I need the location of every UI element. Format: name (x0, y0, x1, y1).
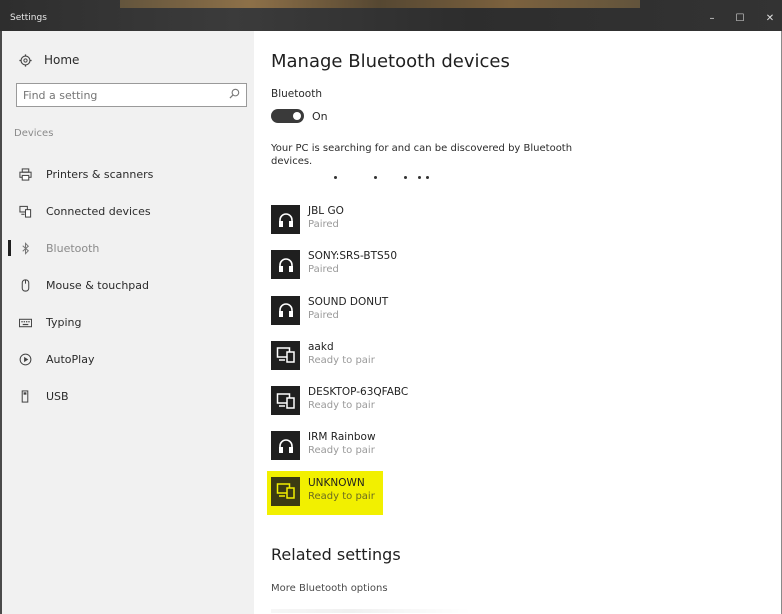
more-bluetooth-options-link[interactable]: More Bluetooth options (271, 583, 388, 594)
sidebar-item-label: Bluetooth (46, 242, 100, 255)
device-item-desktop[interactable]: DESKTOP-63QFABC Ready to pair (271, 382, 591, 427)
progress-dot (334, 176, 337, 179)
device-status: Paired (308, 309, 339, 321)
device-name: SONY:SRS-BTS50 (308, 250, 398, 263)
sidebar-nav: Printers & scanners Connected devices Bl… (2, 156, 254, 415)
device-status: Ready to pair (308, 445, 375, 457)
gear-icon (18, 53, 32, 67)
device-status: Paired (308, 219, 339, 230)
device-item-aakd[interactable]: aakd Ready to pair (271, 337, 591, 382)
sidebar-item-typing[interactable]: Typing (2, 304, 254, 341)
window-title: Settings (10, 13, 47, 23)
sidebar-item-label: AutoPlay (46, 353, 95, 366)
sidebar-item-mouse-touchpad[interactable]: Mouse & touchpad (2, 267, 254, 304)
headphones-icon (271, 205, 300, 234)
device-item-jbl-go[interactable]: JBL GO Paired (271, 201, 591, 246)
sidebar-item-label: Mouse & touchpad (46, 279, 150, 292)
section-label-devices: Devices (14, 128, 54, 139)
autoplay-icon (18, 353, 32, 367)
headphones-icon (271, 431, 300, 461)
device-status: Ready to pair (308, 400, 375, 412)
discovery-status-text: Your PC is searching for and can be disc… (271, 143, 573, 167)
device-list: JBL GO Paired SONY:SRS-BTS50 Paired SOUN… (267, 201, 591, 518)
faded-link-row (271, 609, 471, 613)
devices-icon (271, 386, 300, 416)
progress-dot (404, 176, 407, 179)
devices-icon (271, 340, 300, 370)
device-item-sound-donut[interactable]: SOUND DONUT Paired (271, 292, 591, 337)
related-settings-heading: Related settings (271, 545, 401, 564)
device-name: IRM Rainbow (308, 431, 376, 444)
device-name: aakd (308, 340, 334, 353)
progress-dot (374, 176, 377, 179)
headphones-icon (271, 295, 300, 325)
search-input[interactable] (23, 88, 213, 102)
search-icon[interactable] (229, 88, 240, 102)
sidebar: Home Devices Printers & scanners Connect… (2, 31, 254, 614)
sidebar-item-autoplay[interactable]: AutoPlay (2, 341, 254, 378)
sidebar-item-connected-devices[interactable]: Connected devices (2, 193, 254, 230)
device-item-unknown[interactable]: UNKNOWN Ready to pair (267, 470, 591, 518)
device-status: Ready to pair (308, 354, 375, 366)
device-status: Ready to pair (308, 490, 375, 502)
search-box[interactable] (16, 83, 247, 107)
title-bar[interactable]: Settings – ☐ ✕ (0, 0, 782, 31)
device-name: JBL GO (308, 205, 344, 217)
sidebar-item-label: USB (46, 390, 69, 403)
minimize-button[interactable]: – (702, 12, 722, 26)
device-name: DESKTOP-63QFABC (308, 386, 409, 399)
progress-dot (418, 176, 421, 179)
sidebar-item-label: Typing (46, 316, 82, 329)
usb-icon (18, 390, 32, 404)
printer-icon (18, 168, 32, 182)
device-item-irm-rainbow[interactable]: IRM Rainbow Ready to pair (271, 427, 591, 472)
sidebar-item-label: Printers & scanners (46, 168, 154, 181)
toggle-state-label: On (312, 109, 328, 123)
sidebar-item-bluetooth[interactable]: Bluetooth (2, 230, 254, 267)
bluetooth-icon (18, 242, 32, 256)
home-nav-item[interactable]: Home (18, 53, 79, 67)
background-photo-strip (120, 0, 640, 8)
toggle-knob (293, 112, 301, 120)
connected-devices-icon (18, 205, 32, 219)
bluetooth-label: Bluetooth (271, 88, 322, 100)
bluetooth-toggle-group[interactable]: On (271, 109, 328, 123)
device-item-sony[interactable]: SONY:SRS-BTS50 Paired (271, 246, 591, 291)
mouse-icon (18, 279, 32, 293)
searching-progress-dots (334, 176, 434, 182)
home-label: Home (44, 53, 80, 67)
sidebar-item-usb[interactable]: USB (2, 378, 254, 415)
device-name: SOUND DONUT (308, 295, 389, 308)
sidebar-item-printers[interactable]: Printers & scanners (2, 156, 254, 193)
device-status: Paired (308, 264, 339, 276)
page-title: Manage Bluetooth devices (271, 51, 510, 72)
bluetooth-toggle[interactable] (271, 109, 304, 123)
main-content: Manage Bluetooth devices Bluetooth On Yo… (254, 31, 781, 614)
progress-dot (426, 176, 429, 179)
keyboard-icon (18, 316, 32, 330)
devices-icon (271, 476, 300, 506)
sidebar-item-label: Connected devices (46, 205, 151, 218)
maximize-button[interactable]: ☐ (730, 12, 750, 26)
device-name: UNKNOWN (308, 476, 365, 489)
close-button[interactable]: ✕ (760, 12, 780, 26)
headphones-icon (271, 250, 300, 280)
